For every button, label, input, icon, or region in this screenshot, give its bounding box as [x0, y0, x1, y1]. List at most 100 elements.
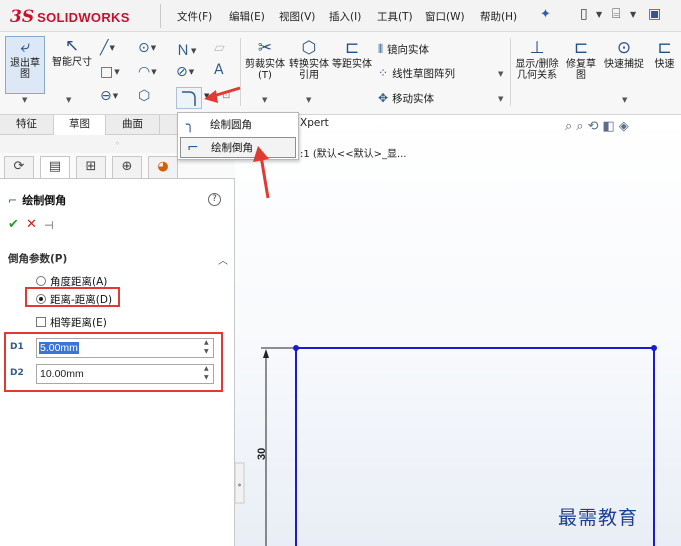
exit-sketch-dropdown-icon[interactable]: ▼ [22, 96, 27, 104]
convert-dropdown-icon[interactable]: ▼ [306, 96, 311, 104]
solidworks-logo[interactable]: 3S SOLIDWORKS [10, 6, 150, 28]
menu-file[interactable]: 文件(F) [177, 9, 212, 24]
move-icon: ✥ [378, 91, 389, 105]
linear-pattern-icon: ⁘ [378, 66, 389, 80]
radio-indicator [36, 276, 46, 286]
fillet-icon [182, 91, 196, 106]
feature-manager-tab-icon[interactable]: ⟳ [4, 156, 34, 178]
save-icon[interactable]: ▣ [648, 6, 661, 22]
tab-sketch[interactable]: 草图 [54, 115, 106, 135]
polygon-tool-icon[interactable]: ⬡ [138, 88, 150, 104]
divider [160, 4, 161, 28]
trim-entities-button[interactable]: ✂ 剪裁实体(T) [244, 38, 286, 81]
linear-pattern-dropdown-icon[interactable]: ▼ [498, 70, 503, 78]
menu-insert[interactable]: 插入(I) [329, 9, 361, 24]
tab-surfaces[interactable]: 曲面 [106, 115, 160, 135]
plane-tool-icon: ▱ [214, 40, 225, 56]
quick-snaps-button[interactable]: ⊙ 快速捕捉 [604, 38, 644, 70]
tab-features[interactable]: 特征 [0, 115, 54, 135]
quick-snaps-label: 快速捕捉 [604, 59, 644, 70]
linear-pattern-label: 线性草图阵列 [392, 68, 456, 80]
menu-help[interactable]: 帮助(H) [480, 9, 517, 24]
canvas-left-edge-handle [235, 462, 245, 504]
repair-sketch-label: 修复草图 [566, 59, 596, 81]
annotation-arrow-icon [253, 146, 270, 199]
new-document-icon[interactable]: ▯ [580, 6, 588, 22]
fillet-chamfer-dropdown: ╮ 绘制圆角 ⌐ 绘制倒角 [177, 112, 299, 160]
offset-entities-button[interactable]: ⊏ 等距实体 [332, 38, 372, 70]
offset-icon: ⊏ [344, 38, 360, 58]
quick-snaps-dropdown-icon[interactable]: ▼ [622, 96, 627, 104]
ds-logo-mark: 3S [10, 7, 35, 27]
sketch-fillet-tool-button[interactable] [176, 87, 202, 109]
chamfer-icon: ⌐ [8, 194, 18, 207]
menu-edit[interactable]: 编辑(E) [229, 9, 265, 24]
spline-tool-icon[interactable]: Ｎ▼ [176, 40, 196, 60]
slot-tool-icon[interactable]: ⊖▼ [100, 88, 118, 104]
arc-tool-icon[interactable]: ◠▼ [138, 64, 157, 80]
relations-icon: ⊥ [529, 38, 545, 58]
sketch-canvas[interactable]: 30 [235, 115, 681, 546]
line-tool-icon[interactable]: ╱▼ [100, 40, 115, 56]
pin-icon[interactable]: ✦ [540, 7, 551, 22]
menu-item-sketch-fillet[interactable]: ╮ 绘制圆角 [180, 115, 296, 136]
quick-view-label: 快速 [654, 59, 675, 70]
mirror-icon: ⫴ [378, 42, 384, 56]
trim-dropdown-icon[interactable]: ▼ [262, 96, 267, 104]
linear-pattern-button[interactable]: ⁘ 线性草图阵列 [378, 66, 455, 81]
checkbox-label: 相等距离(E) [50, 317, 107, 329]
ellipse-tool-icon[interactable]: ⊘▼ [176, 64, 194, 80]
appearance-tab-icon[interactable]: ◕ [148, 156, 178, 178]
open-document-icon[interactable]: ⌸ [612, 6, 620, 22]
smart-dimension-button[interactable]: ↖ 智能尺寸 [52, 36, 92, 68]
section-header[interactable]: 倒角参数(P) [8, 251, 230, 266]
move-dropdown-icon[interactable]: ▼ [498, 95, 503, 103]
circle-tool-icon[interactable]: ⊙▼ [138, 40, 156, 56]
offset-entities-label: 等距实体 [332, 59, 372, 70]
exit-sketch-button[interactable]: ⤶ 退出草图 [5, 36, 45, 94]
rectangle-tool-icon[interactable]: □▼ [100, 64, 120, 80]
quick-view-button[interactable]: ⊏ 快速 [648, 38, 681, 70]
panel-title: ⌐ 绘制倒角 [8, 192, 66, 208]
menu-view[interactable]: 视图(V) [279, 9, 315, 24]
menu-item-label: 绘制倒角 [211, 142, 253, 154]
highlight-distance-option [25, 287, 120, 307]
ok-button[interactable]: ✔ [8, 217, 19, 232]
panel-title-text: 绘制倒角 [22, 194, 67, 207]
mirror-entities-button[interactable]: ⫴ 镜向实体 [378, 42, 429, 57]
equal-distance-checkbox[interactable]: 相等距离(E) [36, 315, 107, 330]
fillet-icon: ╮ [186, 117, 195, 133]
exit-sketch-label: 退出草图 [10, 58, 40, 80]
menu-item-label: 绘制圆角 [210, 119, 252, 131]
move-entities-button[interactable]: ✥ 移动实体 [378, 91, 434, 106]
chevron-up-icon[interactable]: ︿ [218, 252, 228, 267]
new-dropdown-icon[interactable]: ▼ [596, 10, 602, 19]
convert-entities-button[interactable]: ⬡ 转换实体引用 [288, 38, 330, 81]
repair-sketch-button[interactable]: ⊏ 修复草图 [562, 38, 600, 81]
quick-view-icon: ⊏ [657, 38, 672, 58]
mirror-entities-label: 镜向实体 [387, 44, 430, 56]
repair-sketch-icon: ⊏ [573, 38, 589, 58]
cancel-button[interactable]: ✕ [26, 217, 37, 232]
smart-dimension-dropdown-icon[interactable]: ▼ [66, 96, 71, 104]
menu-tools[interactable]: 工具(T) [377, 9, 413, 24]
property-manager-tab-icon[interactable]: ▤ [40, 156, 70, 178]
annotation-arrow-icon [204, 86, 241, 103]
keep-visible-pin-icon[interactable]: ⊣ [44, 219, 54, 232]
dimension-value[interactable]: 30 [256, 448, 268, 460]
configuration-manager-tab-icon[interactable]: ⊞ [76, 156, 106, 178]
dimxpert-tab-icon[interactable]: ⊕ [112, 156, 142, 178]
menu-window[interactable]: 窗口(W) [425, 9, 465, 24]
help-icon[interactable]: ? [208, 193, 221, 206]
watermark: 最需教育 [558, 507, 639, 529]
open-dropdown-icon[interactable]: ▼ [630, 10, 636, 19]
exit-sketch-icon: ⤶ [20, 37, 30, 57]
trim-entities-label: 剪裁实体(T) [245, 59, 285, 81]
text-tool-icon[interactable]: A [214, 62, 224, 78]
trim-icon: ✂ [257, 38, 273, 58]
vertical-dimension[interactable] [261, 347, 293, 546]
divider [510, 38, 511, 106]
logo-text: SOLIDWORKS [37, 9, 130, 25]
smart-dimension-icon: ↖ [64, 36, 80, 56]
display-relations-button[interactable]: ⊥ 显示/删除几何关系 [514, 38, 560, 81]
